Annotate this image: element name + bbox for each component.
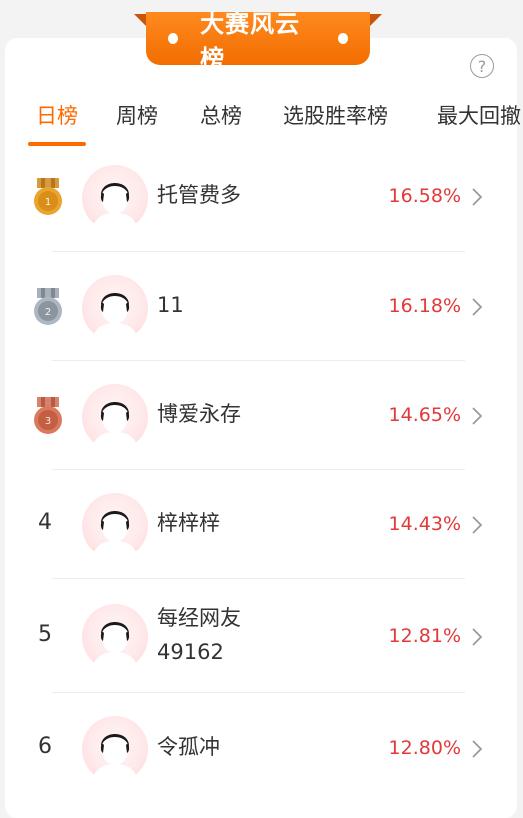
chevron-right-icon	[472, 628, 483, 646]
banner-title: 大赛风云榜	[200, 9, 301, 73]
chevron-right-icon	[472, 407, 483, 425]
rank-number: 4	[38, 510, 52, 535]
leaderboard-banner: 大赛风云榜	[134, 10, 382, 73]
player-name-line-1: 每经网友	[157, 606, 241, 630]
avatar	[82, 604, 148, 670]
player-name-line-2: 49162	[157, 640, 224, 664]
leaderboard-row-4[interactable]: 4 梓梓梓 14.43%	[0, 488, 523, 580]
svg-text:1: 1	[45, 197, 51, 208]
tab-win-rate[interactable]: 选股胜率榜	[283, 100, 388, 130]
row-divider	[52, 578, 465, 579]
return-value: 16.58%	[388, 185, 461, 207]
tab-bar: 日榜 周榜 总榜 选股胜率榜 最大回撤	[0, 100, 523, 140]
bronze-medal-icon: 3	[34, 397, 62, 434]
gold-medal-icon: 1	[34, 178, 62, 215]
chevron-right-icon	[472, 298, 483, 316]
row-divider	[52, 251, 465, 252]
chevron-right-icon	[472, 188, 483, 206]
svg-text:2: 2	[45, 307, 51, 318]
avatar	[82, 275, 148, 341]
row-divider	[52, 692, 465, 693]
avatar	[82, 384, 148, 450]
player-name: 博爱永存	[157, 402, 241, 426]
player-name: 11	[157, 293, 184, 317]
banner-body: 大赛风云榜	[146, 10, 370, 73]
player-name: 每经网友 49162	[157, 601, 241, 669]
rank-number: 5	[38, 622, 52, 647]
return-value: 12.80%	[388, 737, 461, 759]
help-icon[interactable]: ?	[470, 54, 494, 78]
return-value: 16.18%	[388, 295, 461, 317]
leaderboard-row-3[interactable]: 3 博爱永存 14.65%	[0, 379, 523, 471]
banner-fold-left	[134, 14, 146, 26]
chevron-right-icon	[472, 740, 483, 758]
banner-dot-right	[337, 33, 348, 44]
leaderboard-row-6[interactable]: 6 令孤冲 12.80%	[0, 712, 523, 804]
chevron-right-icon	[472, 516, 483, 534]
row-divider	[52, 469, 465, 470]
avatar	[82, 493, 148, 559]
banner-fold-right	[370, 14, 382, 26]
tab-max-drawdown[interactable]: 最大回撤	[437, 100, 521, 130]
player-name: 令孤冲	[157, 735, 220, 759]
leaderboard-row-5[interactable]: 5 每经网友 49162 12.81%	[0, 590, 523, 690]
active-tab-indicator	[28, 142, 86, 146]
return-value: 14.43%	[388, 513, 461, 535]
avatar	[82, 165, 148, 231]
svg-text:3: 3	[45, 416, 51, 427]
banner-dot-left	[168, 33, 179, 44]
row-divider	[52, 360, 465, 361]
tab-weekly[interactable]: 周榜	[116, 100, 158, 130]
player-name: 托管费多	[157, 183, 241, 207]
return-value: 14.65%	[388, 404, 461, 426]
tab-daily[interactable]: 日榜	[36, 100, 78, 130]
player-name: 梓梓梓	[157, 511, 220, 535]
return-value: 12.81%	[388, 625, 461, 647]
avatar	[82, 716, 148, 782]
leaderboard-row-2[interactable]: 2 11 16.18%	[0, 270, 523, 362]
leaderboard-row-1[interactable]: 1 托管费多 16.58%	[0, 160, 523, 252]
silver-medal-icon: 2	[34, 288, 62, 325]
rank-number: 6	[38, 734, 52, 759]
tab-overall[interactable]: 总榜	[200, 100, 242, 130]
